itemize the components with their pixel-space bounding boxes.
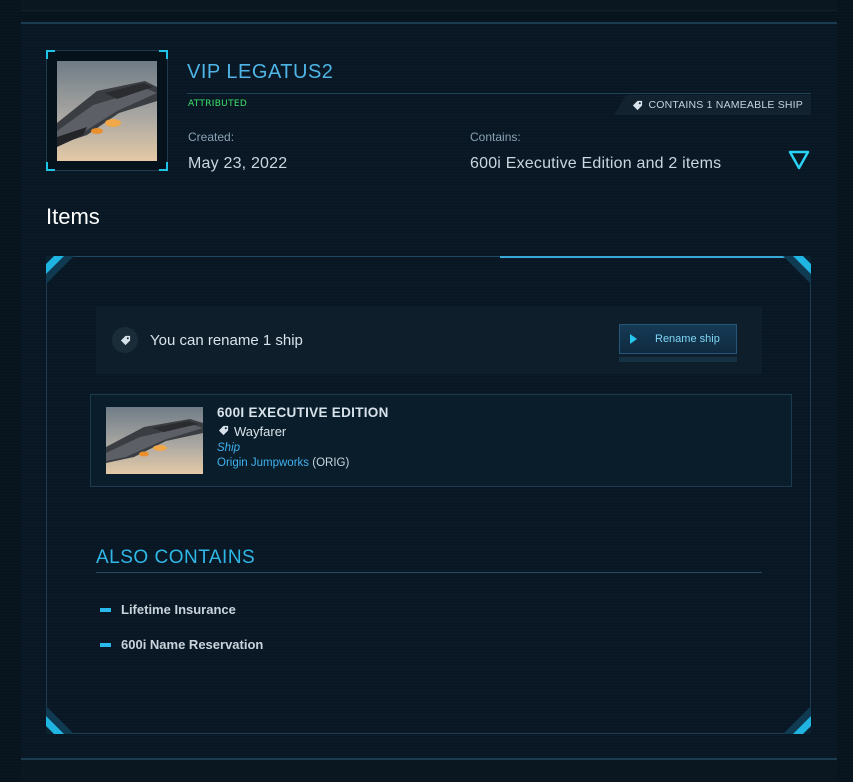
frame-corner bbox=[46, 162, 55, 171]
corner-decoration bbox=[46, 256, 74, 284]
tag-icon bbox=[632, 96, 643, 115]
status-badge: ATTRIBUTED bbox=[188, 99, 248, 109]
frame-corner bbox=[159, 162, 168, 171]
nameable-ship-badge: CONTAINS 1 NAMEABLE SHIP bbox=[614, 95, 811, 115]
ship-custom-name-text: Wayfarer bbox=[234, 424, 287, 439]
list-item: 600i Name Reservation bbox=[100, 637, 263, 652]
list-item-label: 600i Name Reservation bbox=[121, 637, 264, 652]
list-item: Lifetime Insurance bbox=[100, 602, 236, 617]
frame-corner bbox=[159, 50, 168, 59]
ship-manufacturer: Origin Jumpworks (ORIG) bbox=[217, 457, 349, 469]
also-contains-divider bbox=[96, 572, 762, 573]
pledge-title: VIP LEGATUS2 bbox=[187, 61, 334, 83]
created-value: May 23, 2022 bbox=[188, 155, 288, 172]
nameable-badge-label: CONTAINS 1 NAMEABLE SHIP bbox=[648, 99, 803, 111]
bullet-dash-icon bbox=[100, 607, 111, 612]
corner-decoration bbox=[46, 706, 74, 734]
play-icon bbox=[630, 334, 637, 344]
also-contains-title: ALSO CONTAINS bbox=[96, 547, 256, 568]
title-divider bbox=[187, 93, 811, 94]
contains-value: 600i Executive Edition and 2 items bbox=[470, 155, 722, 172]
items-section-title: Items bbox=[46, 204, 100, 229]
ship-name: 600I EXECUTIVE EDITION bbox=[217, 405, 389, 420]
tag-icon bbox=[218, 424, 229, 439]
frame-corner bbox=[46, 50, 55, 59]
manufacturer-code: (ORIG) bbox=[312, 457, 350, 469]
ship-type-link[interactable]: Ship bbox=[217, 442, 240, 454]
top-strip bbox=[21, 0, 837, 11]
expand-triangle-icon bbox=[788, 150, 810, 174]
ship-thumbnail bbox=[57, 61, 157, 161]
corner-decoration bbox=[783, 256, 811, 284]
created-label: Created: bbox=[188, 130, 235, 144]
corner-decoration bbox=[783, 706, 811, 734]
rename-tag-badge bbox=[112, 327, 138, 353]
pledge-thumbnail-frame bbox=[46, 50, 168, 171]
ship-custom-name: Wayfarer bbox=[218, 424, 286, 439]
bullet-dash-icon bbox=[100, 642, 111, 647]
manufacturer-link[interactable]: Origin Jumpworks bbox=[217, 457, 309, 469]
manufacturer-code-text: ORIG bbox=[316, 457, 346, 469]
bottom-strip bbox=[21, 758, 837, 782]
expand-toggle-button[interactable] bbox=[788, 150, 810, 170]
rename-ship-button[interactable]: Rename ship bbox=[619, 324, 737, 354]
ship-thumbnail bbox=[106, 407, 203, 474]
list-item-label: Lifetime Insurance bbox=[121, 602, 236, 617]
rename-ship-label: Rename ship bbox=[655, 333, 720, 345]
rename-button-shadow bbox=[619, 357, 737, 362]
items-top-highlight bbox=[500, 256, 811, 258]
contains-label: Contains: bbox=[470, 130, 521, 144]
rename-message: You can rename 1 ship bbox=[150, 332, 303, 349]
tag-icon bbox=[120, 331, 131, 350]
